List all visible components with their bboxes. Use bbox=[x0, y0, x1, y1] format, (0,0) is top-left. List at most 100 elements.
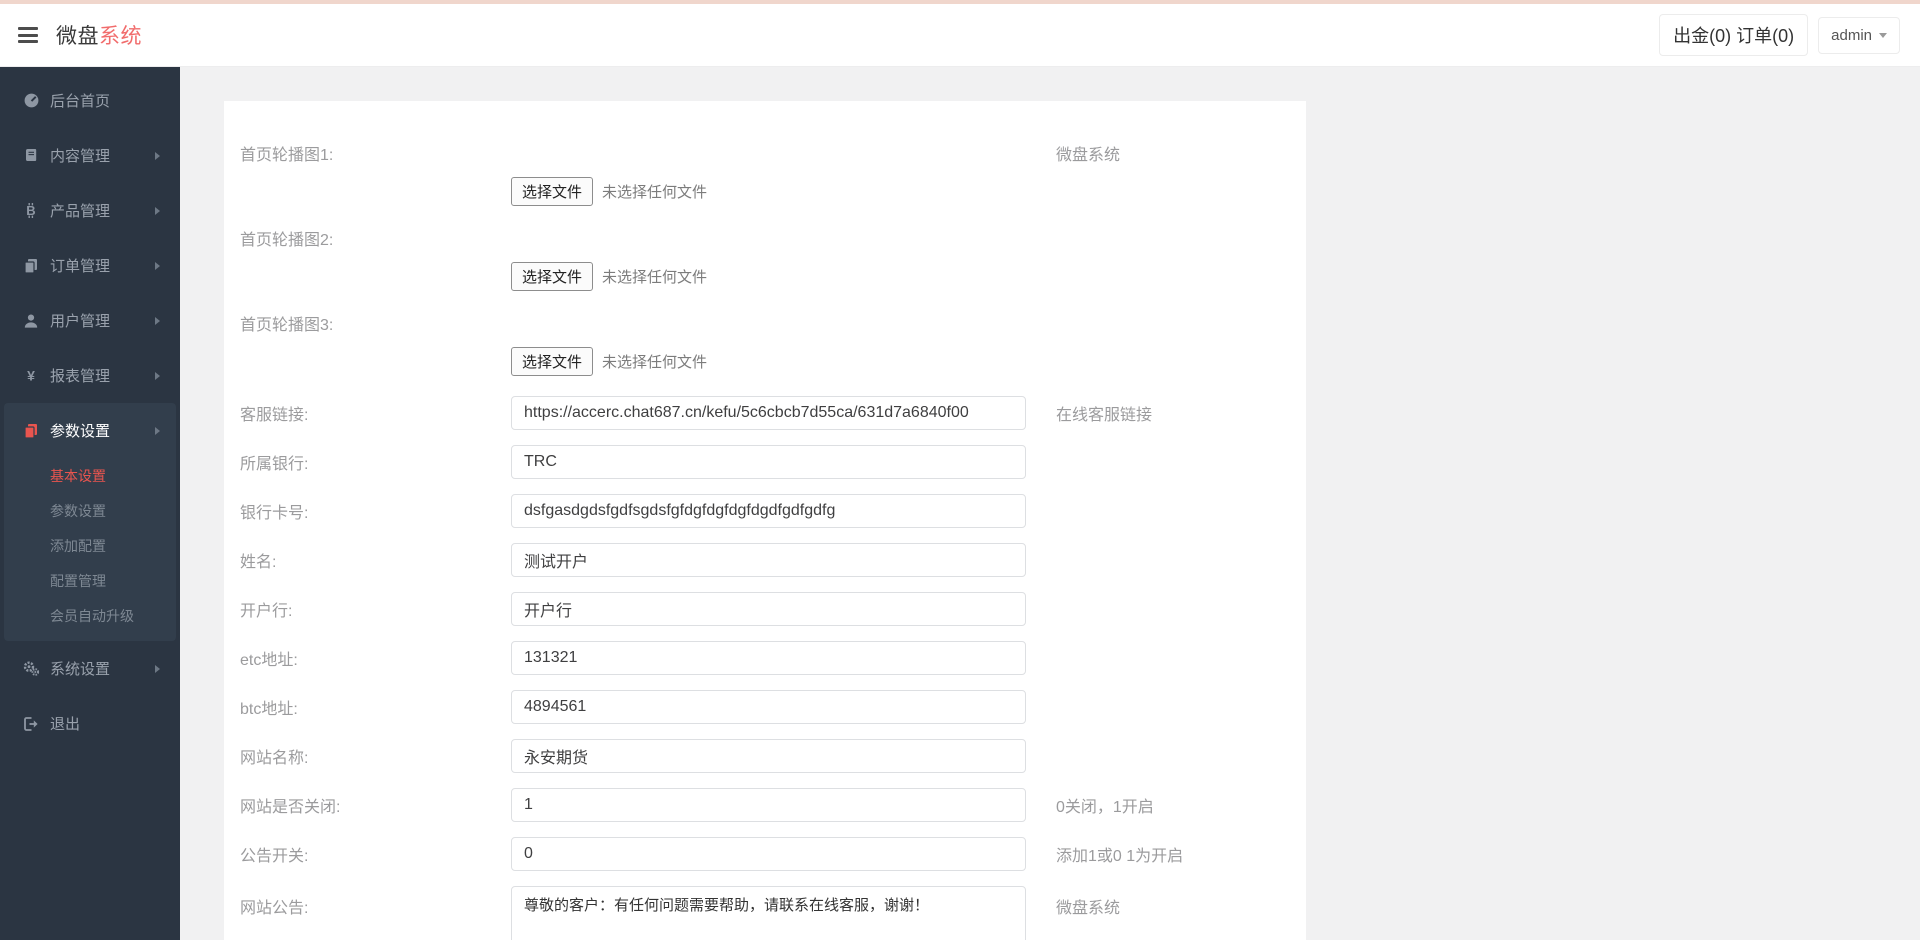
sidebar-item-system-settings[interactable]: 系统设置 bbox=[0, 641, 180, 696]
chevron-right-icon bbox=[155, 372, 160, 380]
banner3-file-input[interactable]: 选择文件 未选择任何文件 bbox=[511, 347, 707, 376]
sidebar-subitem-member-auto-upgrade[interactable]: 会员自动升级 bbox=[4, 598, 176, 633]
field-label: etc地址: bbox=[240, 646, 511, 670]
dashboard-icon bbox=[22, 92, 40, 109]
sidebar: 后台首页 内容管理 B 产品管理 订单管理 bbox=[0, 67, 180, 940]
field-label: 网站是否关闭: bbox=[240, 793, 511, 817]
sidebar-item-label: 后台首页 bbox=[50, 90, 110, 111]
choose-file-button[interactable]: 选择文件 bbox=[511, 177, 593, 206]
bank-card-number-input[interactable] bbox=[511, 494, 1026, 528]
gears-icon bbox=[22, 660, 40, 677]
sidebar-group-params: 参数设置 基本设置 参数设置 添加配置 配置管理 会员自动升级 bbox=[4, 403, 176, 641]
chevron-down-icon bbox=[1879, 33, 1887, 38]
sidebar-subitem-label: 基本设置 bbox=[50, 466, 106, 486]
field-hint: 在线客服链接 bbox=[1056, 401, 1152, 425]
form-row-banner3: 首页轮播图3: 选择文件 未选择任何文件 bbox=[240, 311, 1282, 376]
sidebar-item-reports[interactable]: ¥ 报表管理 bbox=[0, 348, 180, 403]
name-input[interactable] bbox=[511, 543, 1026, 577]
field-hint: 微盘系统 bbox=[1056, 894, 1120, 918]
form-row-site-closed: 网站是否关闭: 0关闭，1开启 bbox=[240, 788, 1282, 822]
sidebar-subitem-label: 参数设置 bbox=[50, 501, 106, 521]
sidebar-subitem-label: 添加配置 bbox=[50, 536, 106, 556]
chevron-right-icon bbox=[155, 207, 160, 215]
form-row-site-notice: 网站公告: 尊敬的客户：有任何问题需要帮助，请联系在线客服，谢谢！ 微盘系统 bbox=[240, 886, 1282, 940]
svg-text:¥: ¥ bbox=[27, 368, 35, 384]
sidebar-item-label: 产品管理 bbox=[50, 200, 110, 221]
sidebar-subitem-label: 配置管理 bbox=[50, 571, 106, 591]
file-status-text: 未选择任何文件 bbox=[602, 351, 707, 372]
admin-user-label: admin bbox=[1831, 27, 1872, 44]
field-label: 网站名称: bbox=[240, 744, 511, 768]
sidebar-item-params-settings[interactable]: 参数设置 bbox=[4, 403, 176, 458]
file-status-text: 未选择任何文件 bbox=[602, 181, 707, 202]
site-name-input[interactable] bbox=[511, 739, 1026, 773]
etc-address-input[interactable] bbox=[511, 641, 1026, 675]
yen-icon: ¥ bbox=[22, 367, 40, 384]
sidebar-subitem-param-settings[interactable]: 参数设置 bbox=[4, 493, 176, 528]
site-notice-textarea[interactable]: 尊敬的客户：有任何问题需要帮助，请联系在线客服，谢谢！ bbox=[511, 886, 1026, 940]
field-hint: 0关闭，1开启 bbox=[1056, 793, 1154, 817]
withdraw-orders-button[interactable]: 出金(0) 订单(0) bbox=[1659, 14, 1808, 56]
banner2-file-input[interactable]: 选择文件 未选择任何文件 bbox=[511, 262, 707, 291]
sidebar-item-logout[interactable]: 退出 bbox=[0, 696, 180, 751]
sidebar-subitem-basic-settings[interactable]: 基本设置 bbox=[4, 458, 176, 493]
form-row-banner1: 首页轮播图1: 微盘系统 选择文件 未选择任何文件 bbox=[240, 141, 1282, 206]
sidebar-item-label: 订单管理 bbox=[50, 255, 110, 276]
form-row-etc-address: etc地址: bbox=[240, 641, 1282, 675]
field-hint: 添加1或0 1为开启 bbox=[1056, 842, 1183, 866]
field-label: 网站公告: bbox=[240, 894, 511, 918]
field-label: 客服链接: bbox=[240, 401, 511, 425]
form-row-banner2: 首页轮播图2: 选择文件 未选择任何文件 bbox=[240, 226, 1282, 291]
field-label: 姓名: bbox=[240, 548, 511, 572]
form-row-btc-address: btc地址: bbox=[240, 690, 1282, 724]
form-row-notice-switch: 公告开关: 添加1或0 1为开启 bbox=[240, 837, 1282, 871]
btc-address-input[interactable] bbox=[511, 690, 1026, 724]
sidebar-item-label: 用户管理 bbox=[50, 310, 110, 331]
site-closed-input[interactable] bbox=[511, 788, 1026, 822]
chevron-right-icon bbox=[155, 262, 160, 270]
admin-user-menu[interactable]: admin bbox=[1818, 17, 1900, 54]
sidebar-subitem-add-config[interactable]: 添加配置 bbox=[4, 528, 176, 563]
field-label: btc地址: bbox=[240, 695, 511, 719]
file-status-text: 未选择任何文件 bbox=[602, 266, 707, 287]
sidebar-item-dashboard[interactable]: 后台首页 bbox=[0, 73, 180, 128]
chevron-right-icon bbox=[155, 317, 160, 325]
header-actions: 出金(0) 订单(0) admin bbox=[1659, 14, 1900, 56]
form-row-bank-branch: 开户行: bbox=[240, 592, 1282, 626]
sidebar-subitem-config-management[interactable]: 配置管理 bbox=[4, 563, 176, 598]
menu-toggle-button[interactable] bbox=[18, 24, 40, 47]
field-label: 所属银行: bbox=[240, 450, 511, 474]
choose-file-button[interactable]: 选择文件 bbox=[511, 262, 593, 291]
bitcoin-icon: B bbox=[22, 202, 40, 219]
form-row-name: 姓名: bbox=[240, 543, 1282, 577]
form-row-bank: 所属银行: bbox=[240, 445, 1282, 479]
chevron-right-icon bbox=[155, 665, 160, 673]
sidebar-item-label: 内容管理 bbox=[50, 145, 110, 166]
form-row-service-link: 客服链接: 在线客服链接 bbox=[240, 396, 1282, 430]
sidebar-item-label: 报表管理 bbox=[50, 365, 110, 386]
app-logo: 微盘系统 bbox=[56, 20, 142, 50]
notice-switch-input[interactable] bbox=[511, 837, 1026, 871]
header: 微盘系统 出金(0) 订单(0) admin bbox=[0, 4, 1920, 67]
form-row-site-name: 网站名称: bbox=[240, 739, 1282, 773]
field-label: 首页轮播图2: bbox=[240, 226, 511, 250]
sidebar-item-label: 退出 bbox=[50, 713, 80, 734]
logo-text-accent: 系统 bbox=[99, 25, 142, 48]
banner1-file-input[interactable]: 选择文件 未选择任何文件 bbox=[511, 177, 707, 206]
sidebar-item-content[interactable]: 内容管理 bbox=[0, 128, 180, 183]
field-label: 银行卡号: bbox=[240, 499, 511, 523]
svg-text:B: B bbox=[26, 203, 35, 218]
field-hint: 微盘系统 bbox=[1056, 141, 1120, 165]
sidebar-item-orders[interactable]: 订单管理 bbox=[0, 238, 180, 293]
logout-icon bbox=[22, 715, 40, 732]
book-icon bbox=[22, 147, 40, 164]
sidebar-item-users[interactable]: 用户管理 bbox=[0, 293, 180, 348]
sidebar-item-products[interactable]: B 产品管理 bbox=[0, 183, 180, 238]
orders-copy-icon bbox=[22, 257, 40, 274]
bank-input[interactable] bbox=[511, 445, 1026, 479]
customer-service-link-input[interactable] bbox=[511, 396, 1026, 430]
logo-text-primary: 微盘 bbox=[56, 25, 99, 48]
main-content: 首页轮播图1: 微盘系统 选择文件 未选择任何文件 首页轮播图2: 选 bbox=[180, 67, 1920, 940]
choose-file-button[interactable]: 选择文件 bbox=[511, 347, 593, 376]
bank-branch-input[interactable] bbox=[511, 592, 1026, 626]
